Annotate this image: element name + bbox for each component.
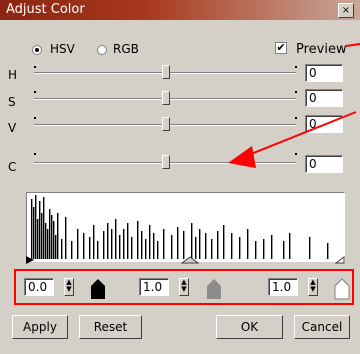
black-level-field[interactable]: 0.0 — [24, 278, 54, 296]
apply-button[interactable]: Apply — [12, 315, 68, 339]
histogram-bar — [35, 195, 37, 259]
white-level-spinner[interactable]: ▲ ▼ — [308, 278, 318, 296]
histogram-bar — [51, 215, 53, 259]
histogram-bar — [57, 213, 59, 259]
histogram — [26, 192, 345, 262]
cancel-button[interactable]: Cancel — [294, 315, 350, 339]
ok-button[interactable]: OK — [216, 315, 283, 339]
histogram-bar — [33, 207, 35, 259]
histogram-bar — [37, 219, 39, 259]
white-level-icon — [334, 278, 350, 300]
gray-level-icon — [207, 279, 221, 299]
white-level-field[interactable]: 1.0 — [268, 278, 298, 296]
gray-level-marker — [180, 256, 200, 264]
histogram-bar — [39, 201, 41, 259]
gray-level-field[interactable]: 1.0 — [139, 278, 169, 296]
gray-level-spinner[interactable]: ▲ ▼ — [179, 278, 189, 296]
histogram-bar — [31, 199, 33, 259]
histogram-bar — [65, 217, 67, 259]
histogram-bar — [43, 197, 45, 259]
black-level-spinner[interactable]: ▲ ▼ — [64, 278, 74, 296]
histogram-bar — [115, 219, 117, 259]
histogram-markers — [26, 256, 345, 264]
histogram-bar — [41, 213, 43, 259]
histogram-bars — [31, 195, 329, 259]
black-level-icon — [91, 279, 105, 299]
histogram-bar — [49, 209, 51, 259]
black-level-marker — [26, 256, 34, 264]
white-level-marker — [334, 256, 345, 264]
reset-button[interactable]: Reset — [79, 315, 142, 339]
